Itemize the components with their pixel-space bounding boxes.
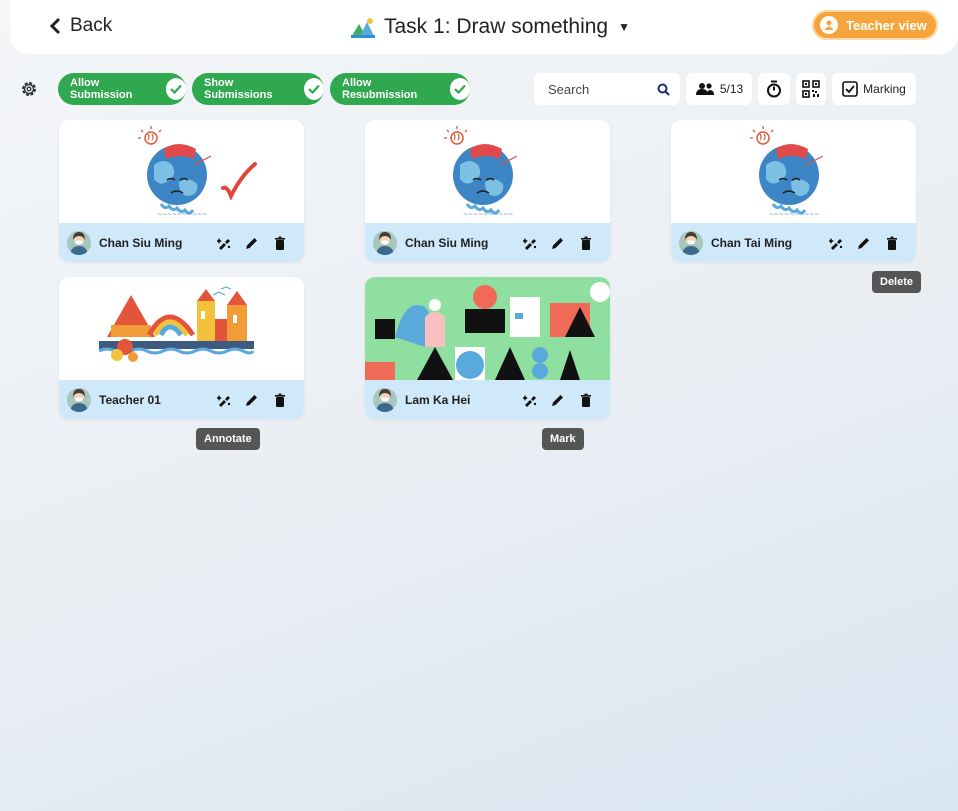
marking-button[interactable]: Marking <box>832 73 916 105</box>
user-icon <box>820 16 838 34</box>
allow-resubmission-toggle[interactable]: Allow Resubmission <box>330 73 470 105</box>
delete-tooltip: Delete <box>872 271 922 293</box>
timer-icon <box>767 80 781 98</box>
check-icon <box>449 78 470 100</box>
avatar <box>67 230 91 255</box>
check-icon <box>165 78 186 100</box>
submission-footer: Lam Ka Hei <box>365 380 610 419</box>
avatar <box>373 230 397 255</box>
qr-code-button[interactable] <box>796 73 826 105</box>
student-name: Chan Tai Ming <box>711 235 793 250</box>
checkbox-icon <box>842 81 858 97</box>
caret-down-icon: ▼ <box>618 20 630 34</box>
search-input[interactable] <box>548 81 657 97</box>
marking-label: Marking <box>863 82 906 96</box>
show-submissions-label: Show Submissions <box>204 77 273 101</box>
search-icon[interactable] <box>657 83 670 96</box>
trash-icon[interactable] <box>273 236 287 250</box>
annotate-icon[interactable] <box>523 393 537 407</box>
submission-thumbnail[interactable] <box>59 277 304 380</box>
allow-submission-label: Allow Submission <box>70 77 133 101</box>
back-label: Back <box>70 15 113 36</box>
submission-card[interactable]: Lam Ka Hei <box>365 277 610 419</box>
submission-card[interactable]: Chan Siu Ming <box>365 120 610 262</box>
submission-card[interactable]: Chan Siu Ming <box>59 120 304 262</box>
search-box <box>534 73 680 105</box>
annotate-icon[interactable] <box>217 393 231 407</box>
student-name: Teacher 01 <box>99 392 161 407</box>
student-count: 5/13 <box>719 82 744 96</box>
trash-icon[interactable] <box>579 393 593 407</box>
annotate-icon[interactable] <box>523 236 537 250</box>
submission-thumbnail[interactable] <box>671 120 916 223</box>
mark-tooltip: Mark <box>542 428 584 450</box>
submission-thumbnail[interactable] <box>59 120 304 223</box>
submission-footer: Teacher 01 <box>59 380 304 419</box>
student-name: Chan Siu Ming <box>99 235 183 250</box>
check-icon <box>303 78 324 100</box>
group-icon <box>695 83 714 95</box>
annotate-icon[interactable] <box>217 236 231 250</box>
submission-card[interactable]: Teacher 01 <box>59 277 304 419</box>
annotate-tooltip: Annotate <box>196 428 260 450</box>
timer-button[interactable] <box>758 73 790 105</box>
trash-icon[interactable] <box>273 393 287 407</box>
submission-footer: Chan Siu Ming <box>59 223 304 262</box>
trash-icon[interactable] <box>885 236 899 250</box>
trash-icon[interactable] <box>579 236 593 250</box>
avatar <box>373 387 397 412</box>
check-mark-icon <box>221 162 257 200</box>
avatar <box>679 230 703 255</box>
student-name: Chan Siu Ming <box>405 235 489 250</box>
student-count-button[interactable]: 5/13 <box>686 73 752 105</box>
allow-submission-toggle[interactable]: Allow Submission <box>58 73 186 105</box>
task-selector[interactable]: Task 1: Draw something ▼ <box>350 12 630 42</box>
artwork-icon <box>351 18 375 38</box>
show-submissions-toggle[interactable]: Show Submissions <box>192 73 324 105</box>
pencil-icon[interactable] <box>245 236 259 250</box>
pencil-icon[interactable] <box>857 236 871 250</box>
pencil-icon[interactable] <box>245 393 259 407</box>
submission-footer: Chan Siu Ming <box>365 223 610 262</box>
chevron-left-icon <box>49 17 61 35</box>
pencil-icon[interactable] <box>551 393 565 407</box>
avatar <box>67 387 91 412</box>
submission-thumbnail[interactable] <box>365 277 610 380</box>
task-title: Task 1: Draw something <box>384 15 609 38</box>
submission-thumbnail[interactable] <box>365 120 610 223</box>
teacher-view-label: Teacher view <box>846 17 927 33</box>
gear-icon[interactable] <box>20 80 38 98</box>
qr-code-icon <box>802 80 820 98</box>
teacher-view-button[interactable]: Teacher view <box>812 10 938 40</box>
pencil-icon[interactable] <box>551 236 565 250</box>
submission-footer: Chan Tai Ming <box>671 223 916 262</box>
submission-card[interactable]: Chan Tai Ming <box>671 120 916 262</box>
back-button[interactable]: Back <box>48 12 112 40</box>
allow-resubmission-label: Allow Resubmission <box>342 77 418 101</box>
student-name: Lam Ka Hei <box>405 392 471 407</box>
annotate-icon[interactable] <box>829 236 843 250</box>
